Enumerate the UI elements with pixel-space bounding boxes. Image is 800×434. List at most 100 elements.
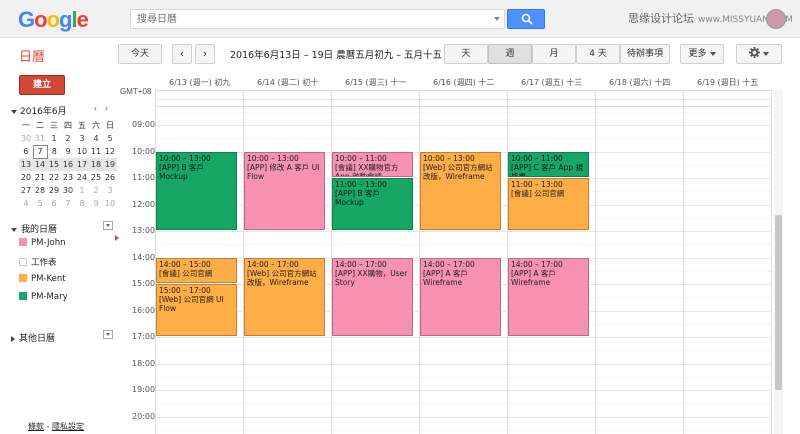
mini-day-cell[interactable]: 15 [47,158,61,171]
search-options-chevron-icon[interactable] [494,17,500,21]
mini-day-cell[interactable]: 4 [19,197,33,210]
day-column-header[interactable]: 6/14 (週二) 初十 [257,77,318,88]
mini-day-cell[interactable]: 3 [75,132,89,145]
view-4day-button[interactable]: 4 天 [576,44,620,64]
mini-day-cell[interactable]: 3 [103,184,117,197]
mini-calendar-month[interactable]: 2016年6月 [11,104,67,117]
mini-day-cell[interactable]: 1 [47,132,61,145]
mini-day-cell[interactable]: 19 [103,158,117,171]
day-column-header[interactable]: 6/15 (週三) 十一 [345,77,406,88]
mini-day-cell[interactable]: 30 [19,132,33,145]
mini-day-cell[interactable]: 9 [61,145,75,158]
event-time: 14:00 – 15:00 [159,259,211,269]
event-time: 10:00 – 13:00 [247,153,299,163]
calendar-item[interactable]: PM-Mary [19,292,68,302]
mini-day-cell[interactable]: 2 [89,184,103,197]
calendar-event[interactable]: 10:00 – 13:00 [APP] B 客戶 Mockup [156,151,237,230]
mini-day-cell[interactable]: 10 [103,197,117,210]
mini-day-cell[interactable]: 26 [103,171,117,184]
mini-day-cell[interactable]: 23 [61,171,75,184]
mini-day-cell[interactable]: 29 [47,184,61,197]
calendar-event[interactable]: 10:00 – 11:00 [會議] XX購物官方 App 啟動會議 [332,151,413,177]
calendar-event[interactable]: 10:00 – 13:00 [APP] 修改 A 客戶 UI Flow [244,151,325,230]
my-calendars-menu-chevron-icon[interactable] [103,221,113,230]
mini-day-cell[interactable]: 31 [33,132,47,145]
calendar-event[interactable]: 14:00 – 17:00 [APP] XX購物，User Story [332,257,413,336]
mini-day-cell[interactable]: 25 [89,171,103,184]
calendar-event[interactable]: 10:00 – 13:00 [Web] 公司官方網站改版，Wireframe [420,151,501,230]
week-grid[interactable]: GMT+08 6/13 (週一) 初九 6/14 (週二) 初十 6/15 (週三)… [118,73,772,434]
calendar-event[interactable]: 14:00 – 15:00 [會議] 公司官網 [156,257,237,283]
mini-day-cell[interactable]: 11 [89,145,103,158]
mini-day-cell[interactable]: 12 [103,145,117,158]
avatar[interactable] [766,9,786,29]
mini-day-cell[interactable]: 17 [75,158,89,171]
search-input[interactable] [131,10,491,28]
settings-button[interactable] [736,44,782,64]
mini-prev-icon[interactable]: ‹ [94,103,97,113]
calendar-event[interactable]: 14:00 – 17:00 [APP] A 客戶 Wireframe [420,257,501,336]
mini-day-cell[interactable]: 5 [103,132,117,145]
calendar-event[interactable]: 11:00 – 13:00 [APP] B 客戶 Mockup [332,178,413,230]
mini-day-cell[interactable]: 7 [32,144,48,159]
mini-day-cell[interactable]: 13 [19,158,33,171]
next-week-button[interactable]: › [195,44,215,64]
mini-day-cell[interactable]: 22 [47,171,61,184]
mini-day-cell[interactable]: 18 [89,158,103,171]
day-column-header[interactable]: 6/16 (週四) 十二 [433,77,494,88]
mini-month-label: 2016年6月 [20,107,67,117]
view-week-button[interactable]: 週 [488,44,532,64]
today-button[interactable]: 今天 [118,44,162,64]
mini-day-cell[interactable]: 16 [61,158,75,171]
more-button[interactable]: 更多 [680,44,724,64]
other-calendars-menu-chevron-icon[interactable] [103,330,113,339]
calendar-event[interactable]: 15:00 – 17:00 [Web] 公司官網 UI Flow [156,284,237,336]
scrollbar-thumb[interactable] [775,215,782,390]
calendar-item[interactable]: PM-John [19,238,65,248]
privacy-link[interactable]: 隱私設定 [52,422,84,431]
create-button[interactable]: 建立 [19,75,65,95]
page-title: 日曆 [19,50,46,65]
mini-day-cell[interactable]: 28 [33,184,47,197]
mini-day-cell[interactable]: 7 [61,197,75,210]
google-logo[interactable]: Google [18,7,89,33]
mini-next-icon[interactable]: › [105,103,108,113]
calendar-event[interactable]: 10:00 – 11:00 [APP] C 客戶 App 規格書 [508,151,589,177]
search-button[interactable] [507,9,545,29]
mini-day-cell[interactable]: 30 [61,184,75,197]
mini-day-cell[interactable]: 14 [33,158,47,171]
day-column-header[interactable]: 6/18 (週六) 十四 [609,77,670,88]
prev-week-button[interactable]: ‹ [172,44,192,64]
event-title: [Web] 公司官方網站改版，Wireframe [423,162,493,181]
mini-day-cell[interactable]: 6 [19,145,33,158]
mini-day-cell[interactable]: 20 [19,171,33,184]
mini-day-cell[interactable]: 1 [75,184,89,197]
mini-day-cell[interactable]: 9 [89,197,103,210]
mini-day-cell[interactable]: 6 [47,197,61,210]
mini-day-cell[interactable]: 2 [61,132,75,145]
other-calendars-header[interactable]: 其他日曆 [11,331,55,344]
view-month-button[interactable]: 月 [532,44,576,64]
calendar-event[interactable]: 14:00 – 17:00 [APP] A 客戶 Wireframe [508,257,589,336]
view-agenda-button[interactable]: 待辦事項 [620,44,670,64]
mini-day-cell[interactable]: 21 [33,171,47,184]
mini-day-cell[interactable]: 8 [47,145,61,158]
mini-day-cell[interactable]: 10 [75,145,89,158]
calendar-event[interactable]: 11:00 – 13:00 [會議] 公司官網 [508,178,589,230]
mini-day-cell[interactable]: 5 [33,197,47,210]
view-day-button[interactable]: 天 [444,44,488,64]
my-calendars-header[interactable]: 我的日曆 [11,222,57,235]
mini-day-cell[interactable]: 8 [75,197,89,210]
mini-day-cell[interactable]: 27 [19,184,33,197]
mini-day-cell[interactable]: 24 [75,171,89,184]
day-column-header[interactable]: 6/13 (週一) 初九 [169,77,230,88]
mini-day-cell[interactable]: 4 [89,132,103,145]
day-column-header[interactable]: 6/19 (週日) 十五 [697,77,758,88]
day-column-header[interactable]: 6/17 (週五) 十三 [521,77,582,88]
calendar-item[interactable]: PM-Kent [19,274,66,284]
terms-link[interactable]: 條款 [28,422,44,431]
search-box[interactable] [130,9,505,29]
calendar-item[interactable]: 工作表 [19,256,57,268]
event-time: 14:00 – 17:00 [423,259,475,269]
calendar-event[interactable]: 14:00 – 17:00 [Web] 公司官方網站改版，Wireframe [244,257,325,336]
